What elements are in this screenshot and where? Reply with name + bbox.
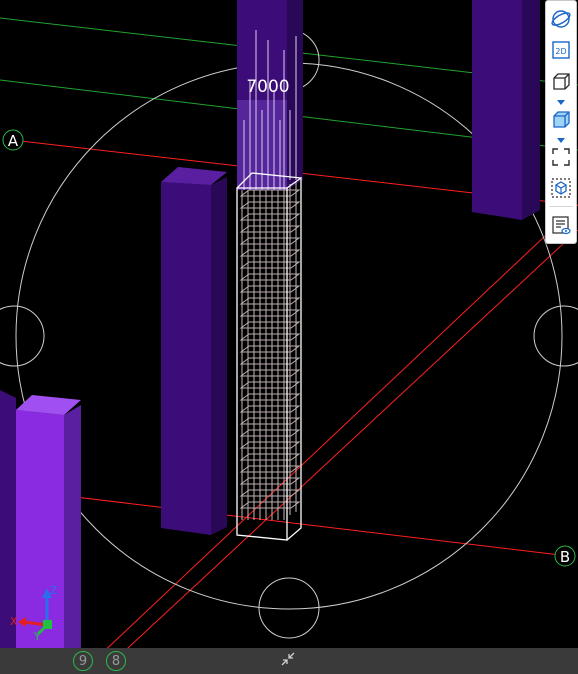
axis-bubble-9[interactable]: 9 [73, 651, 93, 671]
column-top-right-face [472, 0, 522, 220]
axis-label-b: B [560, 548, 570, 566]
view-2d-label: 2D [555, 47, 566, 56]
orbit-icon [550, 8, 572, 30]
3d-viewport[interactable]: 7000 A B Z X Y 2D 9 8 [0, 0, 578, 674]
axis-line-diagonal-1 [79, 204, 578, 674]
toolbar-divider [549, 206, 573, 207]
axis-label-a: A [8, 132, 19, 150]
axis-line-b [0, 487, 561, 556]
solid-view-button[interactable] [547, 105, 575, 133]
column-bottom-left-side [64, 405, 81, 674]
box-3d-icon [550, 70, 572, 92]
gizmo-y-label: Y [33, 630, 41, 643]
view-toolbar: 2D [545, 0, 577, 244]
view-2d-icon: 2D [550, 39, 572, 61]
nav-handle-right[interactable] [533, 305, 578, 367]
properties-button[interactable] [547, 211, 575, 239]
axis-bubble-8[interactable]: 8 [106, 651, 126, 671]
fit-frame-button[interactable] [547, 143, 575, 171]
column-middle-left-side [211, 177, 227, 535]
fit-frame-icon [550, 146, 572, 168]
solid-box-icon [550, 108, 572, 130]
solid-view-dropdown[interactable] [547, 133, 575, 143]
gizmo-x-label: X [10, 615, 18, 628]
nav-handle-left[interactable] [0, 305, 45, 367]
collapse-arrows-icon [280, 651, 296, 671]
gizmo-z-label: Z [50, 584, 58, 597]
model-scene[interactable]: 7000 A B Z X Y [0, 0, 578, 674]
gizmo-origin [43, 620, 52, 629]
properties-icon [550, 214, 572, 236]
box-3d-dropdown[interactable] [547, 95, 575, 105]
view-2d-button[interactable]: 2D [547, 36, 575, 64]
box-3d-button[interactable] [547, 67, 575, 95]
column-middle-left-face [161, 182, 211, 535]
rebar-cage [241, 182, 297, 520]
column-bottom-left-edge [0, 390, 16, 674]
column-top-right-side [522, 0, 540, 220]
dimension-label: 7000 [246, 77, 289, 97]
isolate-button[interactable] [547, 174, 575, 202]
collapse-button[interactable] [278, 652, 298, 670]
isolate-icon [550, 177, 572, 199]
orbit-button[interactable] [547, 5, 575, 33]
